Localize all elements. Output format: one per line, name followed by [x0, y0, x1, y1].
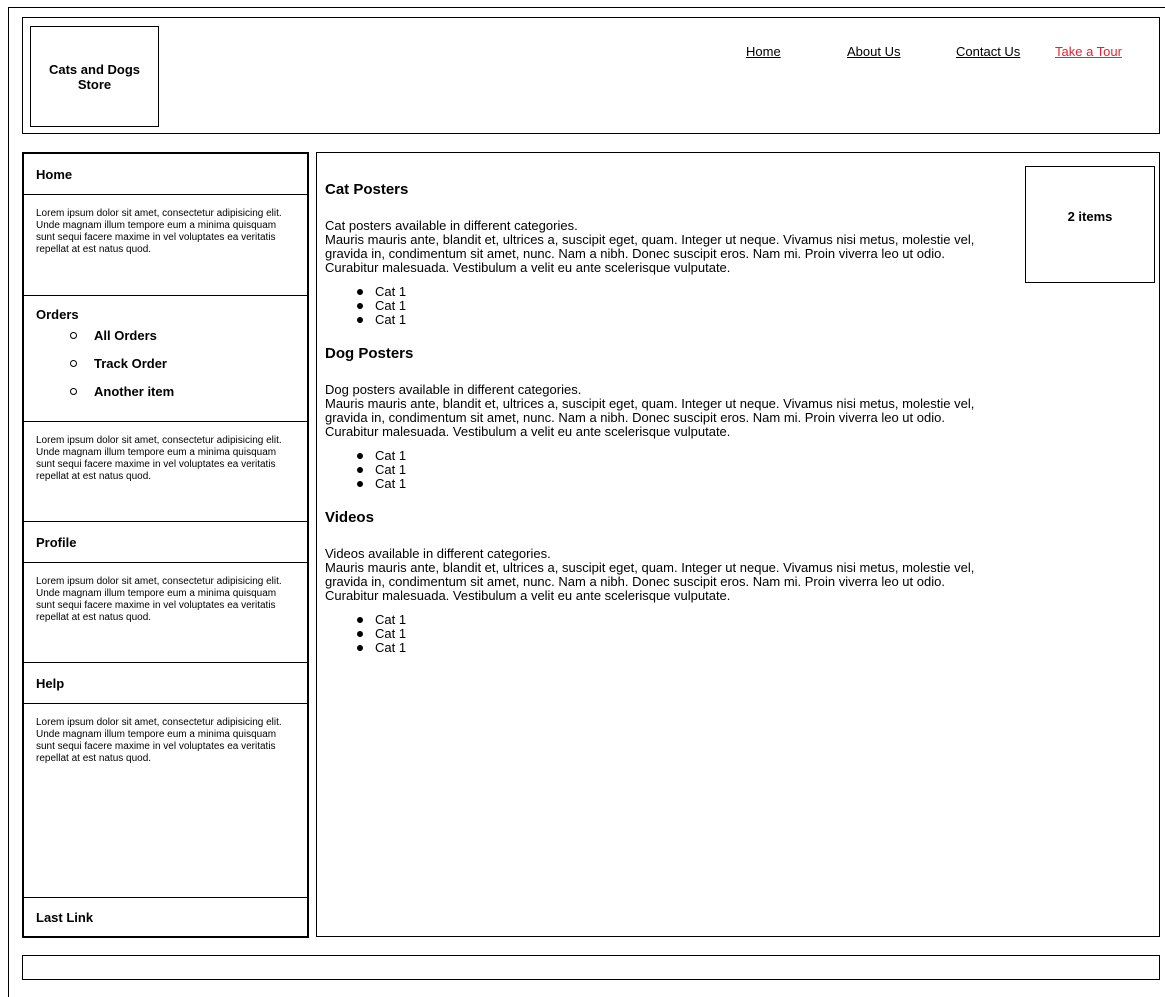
section-list: Cat 1 Cat 1 Cat 1	[325, 613, 995, 655]
bullet-icon	[357, 645, 363, 651]
sidebar-orders-group: Orders All Orders Track Order Another it…	[24, 296, 307, 422]
list-item: Cat 1	[357, 285, 995, 299]
section-intro: Cat posters available in different categ…	[325, 218, 578, 233]
sidebar-item-help-label: Help	[36, 675, 65, 691]
site-footer	[22, 955, 1160, 980]
nav-contact-us-link[interactable]: Contact Us	[956, 44, 1020, 59]
list-item-label: Cat 1	[375, 462, 407, 477]
circle-bullet-icon	[70, 360, 77, 367]
sidebar-item-orders[interactable]: Orders	[36, 296, 307, 322]
section-body: Mauris mauris ante, blandit et, ultrices…	[325, 232, 975, 275]
section-list: Cat 1 Cat 1 Cat 1	[325, 285, 995, 327]
list-item: Cat 1	[357, 313, 995, 327]
sidebar-item-home[interactable]: Home	[24, 154, 307, 195]
sidebar-lorem-text: Lorem ipsum dolor sit amet, consectetur …	[36, 435, 282, 482]
list-item-label: Cat 1	[375, 448, 407, 463]
sidebar-text-block: Lorem ipsum dolor sit amet, consectetur …	[24, 704, 307, 898]
section-videos: Videos Videos available in different cat…	[325, 509, 995, 655]
bullet-icon	[357, 631, 363, 637]
sidebar-text-block: Lorem ipsum dolor sit amet, consectetur …	[24, 422, 307, 522]
sidebar-text-block: Lorem ipsum dolor sit amet, consectetur …	[24, 563, 307, 663]
cart-item-count: 2 items	[1067, 209, 1113, 224]
list-item-label: Cat 1	[375, 640, 407, 655]
nav-home-link[interactable]: Home	[746, 44, 781, 59]
section-dog-posters: Dog Posters Dog posters available in dif…	[325, 345, 995, 491]
subitem-label: Another item	[94, 384, 175, 399]
list-item: Cat 1	[357, 627, 995, 641]
list-item: Cat 1	[357, 299, 995, 313]
main-content: 2 items Cat Posters Cat posters availabl…	[316, 152, 1160, 937]
sidebar: Home Lorem ipsum dolor sit amet, consect…	[22, 152, 309, 938]
section-body: Mauris mauris ante, blandit et, ultrices…	[325, 396, 975, 439]
sidebar-subitem-all-orders[interactable]: All Orders	[70, 322, 307, 350]
orders-submenu: All Orders Track Order Another item	[36, 322, 307, 406]
list-item: Cat 1	[357, 463, 995, 477]
subitem-label: All Orders	[94, 328, 157, 343]
bullet-icon	[357, 289, 363, 295]
list-item-label: Cat 1	[375, 626, 407, 641]
store-logo-text: Cats and Dogs Store	[48, 61, 140, 92]
bullet-icon	[357, 481, 363, 487]
bullet-icon	[357, 317, 363, 323]
sidebar-item-last-link[interactable]: Last Link	[24, 898, 307, 936]
sidebar-item-home-label: Home	[36, 166, 73, 182]
sidebar-lorem-text: Lorem ipsum dolor sit amet, consectetur …	[36, 208, 282, 255]
store-logo[interactable]: Cats and Dogs Store	[30, 26, 159, 127]
list-item-label: Cat 1	[375, 612, 407, 627]
sidebar-subitem-track-order[interactable]: Track Order	[70, 350, 307, 378]
circle-bullet-icon	[70, 332, 77, 339]
list-item: Cat 1	[357, 641, 995, 655]
bullet-icon	[357, 453, 363, 459]
subitem-label: Track Order	[94, 356, 167, 371]
site-header: Cats and Dogs Store Home About Us Contac…	[22, 17, 1160, 134]
section-cat-posters: Cat Posters Cat posters available in dif…	[325, 181, 995, 327]
bullet-icon	[357, 617, 363, 623]
list-item-label: Cat 1	[375, 298, 407, 313]
sidebar-text-block: Lorem ipsum dolor sit amet, consectetur …	[24, 195, 307, 296]
circle-bullet-icon	[70, 388, 77, 395]
nav-about-us-link[interactable]: About Us	[847, 44, 900, 59]
bullet-icon	[357, 303, 363, 309]
section-list: Cat 1 Cat 1 Cat 1	[325, 449, 995, 491]
section-title: Cat Posters	[325, 181, 409, 198]
list-item: Cat 1	[357, 613, 995, 627]
sidebar-item-last-link-label: Last Link	[36, 909, 94, 925]
list-item-label: Cat 1	[375, 284, 407, 299]
sidebar-lorem-text: Lorem ipsum dolor sit amet, consectetur …	[36, 717, 282, 764]
content-area: Cat Posters Cat posters available in dif…	[325, 181, 995, 673]
sidebar-subitem-another-item[interactable]: Another item	[70, 378, 307, 406]
list-item-label: Cat 1	[375, 476, 407, 491]
section-title: Dog Posters	[325, 345, 414, 362]
list-item-label: Cat 1	[375, 312, 407, 327]
nav-take-a-tour-link[interactable]: Take a Tour	[1055, 44, 1122, 59]
sidebar-lorem-text: Lorem ipsum dolor sit amet, consectetur …	[36, 576, 282, 623]
list-item: Cat 1	[357, 449, 995, 463]
sidebar-item-help[interactable]: Help	[24, 663, 307, 704]
list-item: Cat 1	[357, 477, 995, 491]
section-intro: Dog posters available in different categ…	[325, 382, 582, 397]
bullet-icon	[357, 467, 363, 473]
section-title: Videos	[325, 509, 374, 526]
section-body: Mauris mauris ante, blandit et, ultrices…	[325, 560, 975, 603]
section-intro: Videos available in different categories…	[325, 546, 551, 561]
sidebar-item-profile[interactable]: Profile	[24, 522, 307, 563]
cart-summary[interactable]: 2 items	[1025, 166, 1155, 283]
sidebar-item-profile-label: Profile	[36, 534, 77, 550]
